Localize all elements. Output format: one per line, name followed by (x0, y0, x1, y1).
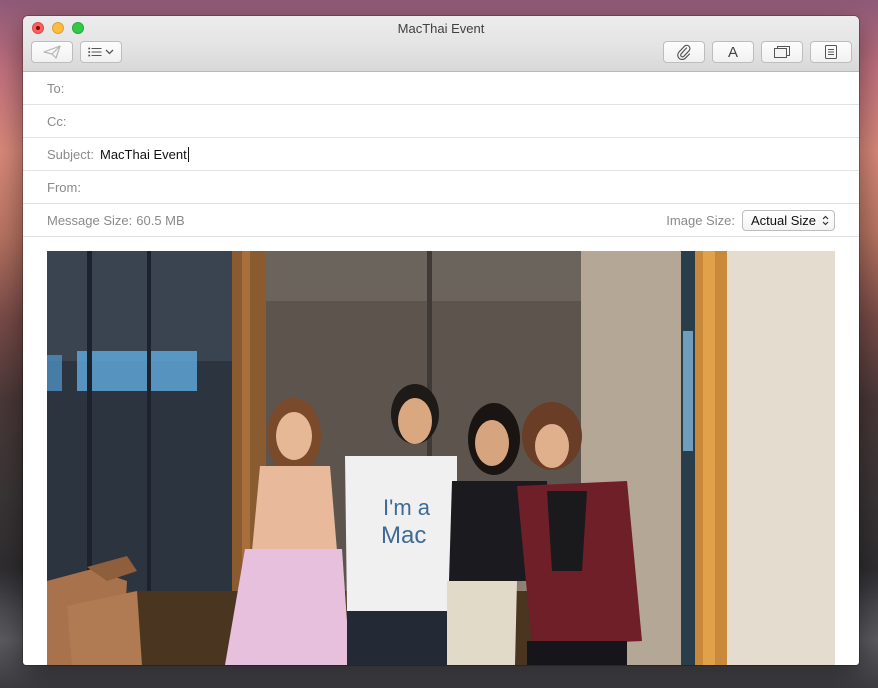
paper-plane-icon (43, 45, 61, 59)
shirt-text-line-2: Mac (381, 522, 426, 549)
image-size-control: Image Size: Actual Size (666, 210, 835, 231)
photo-browser-button[interactable] (761, 41, 803, 63)
message-size-label: Message Size: (47, 212, 133, 228)
text-cursor (187, 146, 189, 162)
photo-browser-icon (774, 46, 790, 58)
to-field[interactable]: To: (23, 72, 859, 105)
compose-window: MacThai Event A To: Cc: Subject: MacThai… (23, 16, 859, 665)
image-size-value: Actual Size (750, 213, 816, 228)
up-down-chevron-icon (822, 215, 829, 226)
subject-input[interactable]: MacThai Event (100, 147, 187, 162)
attach-button[interactable] (663, 41, 705, 63)
from-field[interactable]: From: (23, 171, 859, 204)
header-fields: To: Cc: Subject: MacThai Event From: Mes… (23, 72, 859, 237)
subject-field[interactable]: Subject: MacThai Event (23, 138, 859, 171)
send-button[interactable] (31, 41, 73, 63)
list-icon (88, 47, 102, 57)
image-size-select[interactable]: Actual Size (741, 210, 835, 231)
message-size-row: Message Size: 60.5 MB Image Size: Actual… (23, 204, 859, 237)
cc-field[interactable]: Cc: (23, 105, 859, 138)
chevron-down-icon (105, 49, 114, 55)
message-body-photo[interactable]: I'm a Mac (47, 251, 835, 665)
to-label: To: (47, 80, 65, 96)
stationery-button[interactable] (810, 41, 852, 63)
event-photo: I'm a Mac (47, 251, 835, 665)
format-button[interactable]: A (712, 41, 754, 63)
shirt-text-line-1: I'm a (383, 495, 431, 520)
cc-label: Cc: (47, 113, 67, 129)
header-fields-button[interactable] (80, 41, 122, 63)
subject-label: Subject: (47, 146, 94, 162)
window-title: MacThai Event (397, 21, 485, 36)
stationery-icon (825, 45, 837, 59)
message-size-value: 60.5 MB (136, 212, 185, 228)
title-bar[interactable]: MacThai Event A (23, 16, 859, 72)
image-size-label: Image Size: (666, 213, 735, 228)
paperclip-icon (677, 44, 691, 60)
from-label: From: (47, 179, 81, 195)
